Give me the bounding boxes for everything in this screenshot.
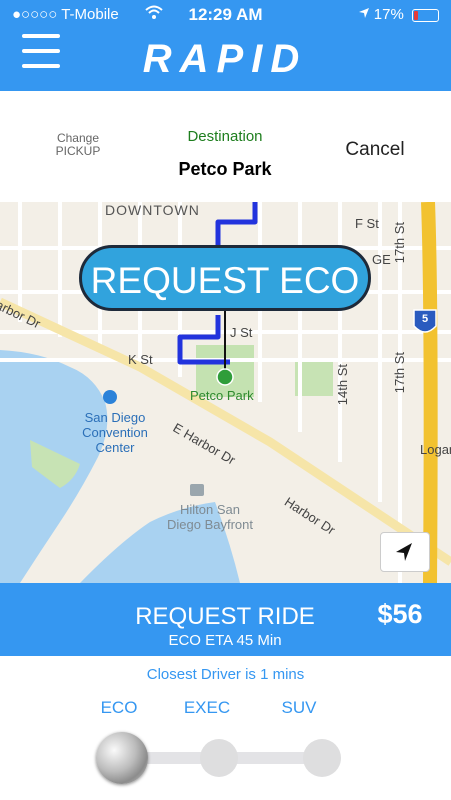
interstate-road — [421, 202, 438, 583]
class-option-suv[interactable]: SUV — [254, 698, 344, 718]
price-label: $56 — [377, 599, 423, 629]
request-ride-label[interactable]: REQUEST RIDE — [100, 603, 350, 631]
status-bar: ●○○○○ T-Mobile 12:29 AM 17% — [0, 0, 451, 30]
hotel-icon — [190, 484, 204, 496]
map-label-f-st: F St — [355, 216, 379, 231]
class-option-eco[interactable]: ECO — [74, 698, 164, 718]
change-pickup-button[interactable]: Change PICKUP — [36, 132, 120, 158]
map-label-downtown: DOWNTOWN — [105, 202, 200, 218]
map-label-17th-st-south: 17th St — [392, 352, 407, 394]
locate-me-button[interactable] — [380, 532, 430, 572]
map-label-ge: GE — [372, 252, 391, 267]
ride-class-slider-knob[interactable] — [96, 732, 148, 784]
change-pickup-line2: PICKUP — [55, 144, 101, 158]
slider-stop-suv[interactable] — [303, 739, 341, 777]
request-eco-button[interactable]: REQUEST ECO — [79, 245, 371, 311]
map-label-17th-st: 17th St — [392, 222, 407, 264]
cancel-button[interactable]: Cancel — [330, 139, 420, 161]
map-label-convention-center: San Diego Convention Center — [82, 410, 148, 455]
map-label-logan: Logan — [420, 442, 451, 457]
eta-label: ECO ETA 45 Min — [168, 632, 282, 649]
map-label-hilton: Hilton San Diego Bayfront — [167, 502, 253, 532]
battery-percent: 17% — [373, 6, 404, 23]
class-option-exec[interactable]: EXEC — [162, 698, 252, 718]
map-label-petco-park: Petco Park — [190, 388, 254, 403]
navigation-arrow-icon — [396, 543, 412, 561]
slider-stop-exec[interactable] — [200, 739, 238, 777]
convention-center-icon — [103, 390, 117, 404]
map-label-k-st: K St — [128, 352, 153, 367]
map-label-j-st: J St — [230, 325, 253, 340]
destination-label: Destination — [187, 128, 263, 145]
closest-driver-label: Closest Driver is 1 mins — [146, 666, 305, 683]
map-label-interstate: 5 — [421, 313, 429, 325]
app-logo: RAPID — [142, 37, 308, 81]
battery-icon — [412, 8, 439, 22]
battery-indicator: 17% — [358, 6, 439, 23]
menu-hamburger-icon[interactable] — [22, 34, 60, 70]
location-arrow-icon — [358, 6, 374, 23]
petco-park-pin-icon[interactable] — [216, 368, 234, 386]
map-label-14th-st: 14th St — [335, 364, 350, 406]
destination-name[interactable]: Petco Park — [130, 159, 320, 180]
